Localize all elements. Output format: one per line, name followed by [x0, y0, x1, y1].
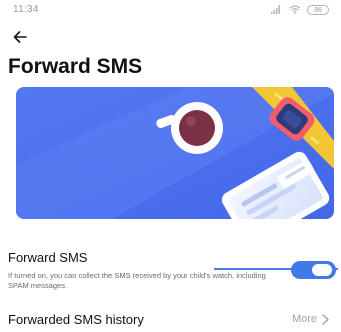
chevron-right-icon — [322, 313, 329, 325]
page-title: Forward SMS — [8, 55, 143, 78]
forwarded-sms-history-row[interactable]: Forwarded SMS history More — [0, 306, 341, 332]
signal-icon — [271, 5, 281, 14]
forward-sms-setting-title: Forward SMS — [8, 250, 88, 265]
forward-sms-screen: 11:34 86 Forward SMS Forward SMS If turn… — [0, 0, 341, 332]
wifi-icon — [289, 5, 301, 14]
forward-sms-setting-description: If turned on, you can collect the SMS re… — [8, 271, 266, 290]
forward-sms-toggle[interactable] — [291, 261, 336, 279]
toggle-knob — [312, 264, 332, 276]
back-button[interactable] — [9, 28, 31, 46]
more-label: More — [291, 313, 317, 325]
history-more-link[interactable]: More — [292, 313, 329, 325]
hero-banner — [16, 87, 334, 219]
battery-icon: 86 — [307, 4, 329, 15]
status-icons: 86 — [271, 3, 329, 16]
sms-forward-watch-phone-illustration — [16, 87, 334, 219]
history-title: Forwarded SMS history — [8, 312, 144, 327]
status-bar: 11:34 86 — [0, 0, 341, 20]
arrow-left-icon — [13, 31, 27, 43]
status-time: 11:34 — [13, 4, 39, 15]
